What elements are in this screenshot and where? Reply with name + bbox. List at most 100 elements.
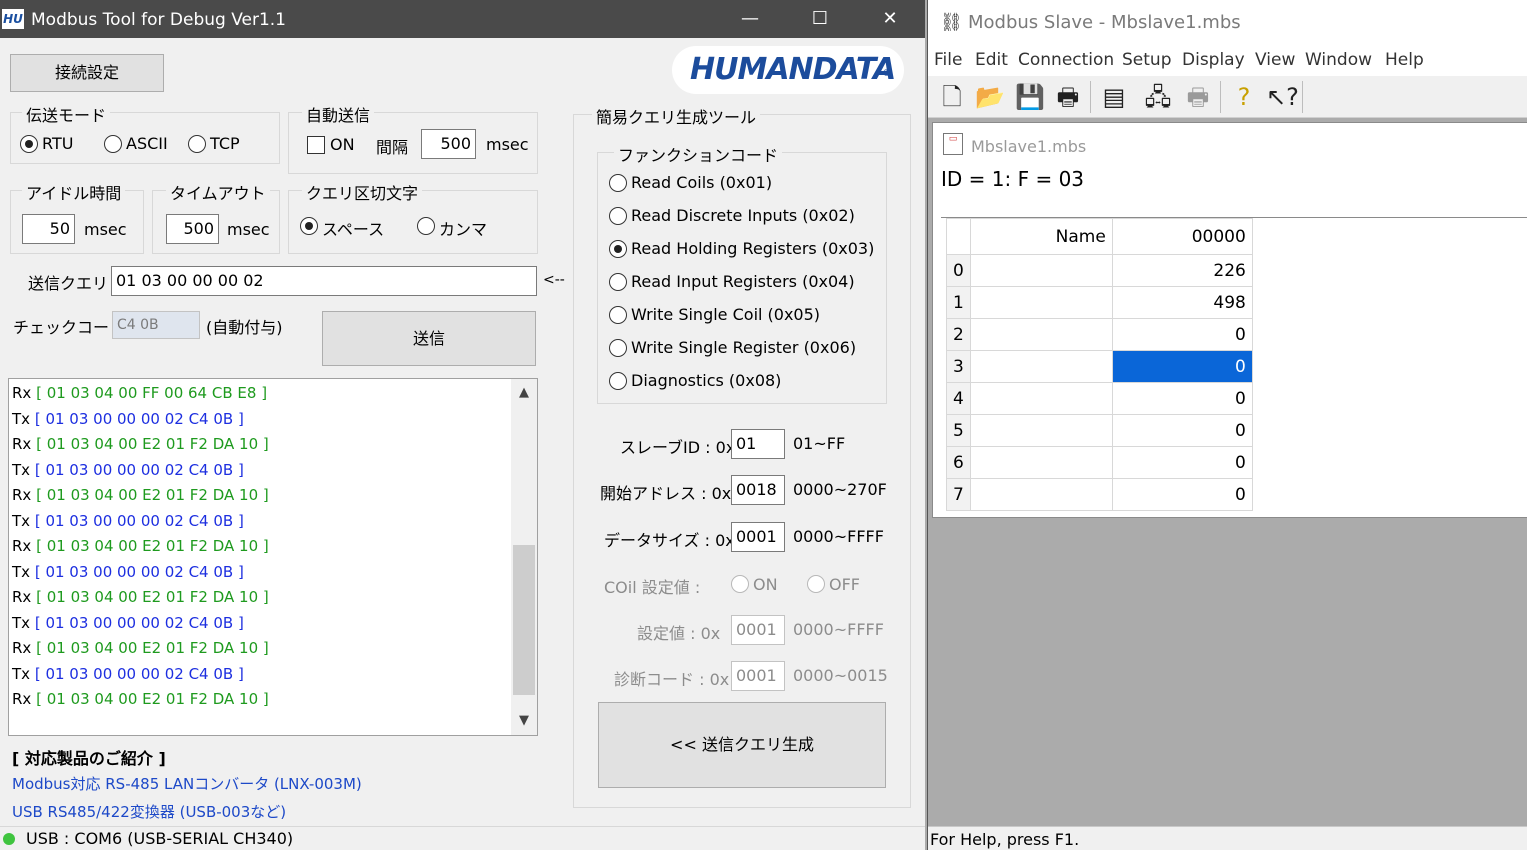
log-line: Tx [ 01 03 00 00 00 02 C4 0B ] (12, 410, 244, 428)
row-index[interactable]: 3 (946, 350, 971, 383)
data-size-input[interactable]: 0001 (731, 522, 785, 552)
radio-coil-off[interactable] (807, 575, 825, 593)
register-row: 20 (946, 318, 1253, 351)
radio-ascii[interactable] (104, 135, 122, 153)
link-lnx-003m[interactable]: Modbus対応 RS-485 LANコンバータ (LNX-003M) (12, 773, 362, 794)
menu-display[interactable]: Display (1182, 50, 1245, 70)
row-index[interactable]: 6 (946, 446, 971, 479)
function-radio[interactable] (609, 339, 627, 357)
function-radio-label: Diagnostics (0x08) (631, 371, 782, 390)
log-data: [ 01 03 04 00 FF 00 64 CB E8 ] (36, 384, 268, 402)
row-index[interactable]: 1 (946, 286, 971, 319)
menu-bar: File Edit Connection Setup Display View Window… (928, 44, 1527, 76)
title-bar: HU Modbus Tool for Debug Ver1.1 — ☐ ✕ (0, 0, 925, 38)
register-value-cell[interactable]: 498 (1111, 286, 1253, 319)
radio-tcp[interactable] (188, 135, 206, 153)
new-icon[interactable]: 🗋 (936, 81, 968, 113)
interval-input[interactable]: 500 (421, 129, 476, 159)
log-data: [ 01 03 04 00 E2 01 F2 DA 10 ] (36, 639, 269, 657)
register-value-cell[interactable]: 0 (1111, 382, 1253, 415)
row-index[interactable]: 2 (946, 318, 971, 351)
register-name-cell[interactable] (969, 350, 1113, 383)
scroll-up-icon[interactable]: ▲ (511, 385, 537, 400)
menu-setup[interactable]: Setup (1122, 50, 1171, 70)
menu-file[interactable]: File (934, 50, 962, 70)
check-code-field: C4 0B (112, 311, 200, 339)
radio-space[interactable] (300, 217, 318, 235)
register-value-cell[interactable]: 0 (1111, 446, 1253, 479)
minimize-button[interactable]: — (715, 0, 785, 38)
register-name-cell[interactable] (969, 382, 1113, 415)
idle-input[interactable]: 50 (22, 214, 75, 244)
register-name-cell[interactable] (969, 254, 1113, 287)
toolbar: 🗋 📂 💾 🖶 ▤ 🖧 🖶 ? ↖? (928, 76, 1527, 118)
generate-query-button[interactable]: << 送信クエリ生成 (598, 702, 886, 788)
row-index[interactable]: 4 (946, 382, 971, 415)
auto-send-checkbox[interactable] (307, 136, 325, 154)
timeout-input[interactable]: 500 (166, 214, 219, 244)
function-radio[interactable] (609, 273, 627, 291)
log-direction: Rx (12, 639, 32, 657)
help-icon[interactable]: ? (1228, 81, 1260, 113)
log-line: Tx [ 01 03 00 00 00 02 C4 0B ] (12, 461, 244, 479)
register-name-cell[interactable] (969, 286, 1113, 319)
register-value-cell[interactable]: 0 (1111, 478, 1253, 511)
radio-rtu[interactable] (20, 135, 38, 153)
context-help-icon[interactable]: ↖? (1266, 81, 1299, 113)
open-icon[interactable]: 📂 (974, 81, 1006, 113)
menu-help[interactable]: Help (1385, 50, 1424, 70)
menu-view[interactable]: View (1255, 50, 1295, 70)
log-line: Tx [ 01 03 00 00 00 02 C4 0B ] (12, 665, 244, 683)
scroll-down-icon[interactable]: ▼ (511, 713, 537, 728)
menu-connection[interactable]: Connection (1018, 50, 1114, 70)
log-direction: Tx (12, 613, 31, 632)
delimiter-label: クエリ区切文字 (302, 180, 423, 204)
send-button[interactable]: 送信 (322, 311, 536, 366)
radio-coil-on[interactable] (731, 575, 749, 593)
menu-window[interactable]: Window (1305, 50, 1372, 70)
log-line: Rx [ 01 03 04 00 E2 01 F2 DA 10 ] (12, 639, 269, 657)
row-index[interactable]: 7 (946, 478, 971, 511)
function-radio[interactable] (609, 207, 627, 225)
register-name-cell[interactable] (969, 414, 1113, 447)
menu-edit[interactable]: Edit (975, 50, 1008, 70)
register-value-cell[interactable]: 0 (1111, 414, 1253, 447)
register-value-cell[interactable]: 0 (1111, 350, 1253, 383)
function-radio[interactable] (609, 372, 627, 390)
start-address-input[interactable]: 0018 (731, 475, 785, 505)
slave-id-input[interactable]: 01 (731, 429, 785, 459)
connect-settings-button[interactable]: 接続設定 (10, 54, 164, 92)
diag-code-input[interactable]: 0001 (731, 661, 785, 691)
radio-comma[interactable] (417, 217, 435, 235)
register-name-cell[interactable] (969, 318, 1113, 351)
register-value-cell[interactable]: 226 (1111, 254, 1253, 287)
function-radio[interactable] (609, 240, 627, 258)
scroll-thumb[interactable] (513, 545, 535, 695)
diag-code-range: 0000~0015 (793, 666, 888, 685)
close-button[interactable]: ✕ (855, 0, 925, 38)
row-index[interactable]: 5 (946, 414, 971, 447)
radio-ascii-label: ASCII (126, 134, 168, 153)
register-value-cell[interactable]: 0 (1111, 318, 1253, 351)
slave-window-title: Modbus Slave - Mbslave1.mbs (968, 12, 1241, 33)
save-icon[interactable]: 💾 (1014, 81, 1046, 113)
maximize-button[interactable]: ☐ (785, 0, 855, 38)
register-name-cell[interactable] (969, 478, 1113, 511)
print-icon[interactable]: 🖶 (1052, 81, 1084, 113)
disconnect-icon[interactable]: 🖶 (1182, 81, 1214, 113)
log-scrollbar[interactable]: ▲ ▼ (511, 379, 537, 735)
function-radio-label: Read Discrete Inputs (0x02) (631, 206, 855, 225)
function-radio[interactable] (609, 306, 627, 324)
link-usb-003[interactable]: USB RS485/422変換器 (USB-003など) (12, 801, 286, 822)
query-input[interactable]: 01 03 00 00 00 02 (111, 266, 537, 296)
function-radio[interactable] (609, 174, 627, 192)
query-arrow: <-- (543, 272, 565, 288)
log-box[interactable]: Rx [ 01 03 04 00 FF 00 64 CB E8 ] Tx [ 01… (8, 378, 538, 736)
window-icon[interactable]: ▤ (1098, 81, 1130, 113)
setting-value-input[interactable]: 0001 (731, 615, 785, 645)
register-name-cell[interactable] (969, 446, 1113, 479)
row-index[interactable]: 0 (946, 254, 971, 287)
connect-icon[interactable]: 🖧 (1142, 81, 1174, 113)
function-code-label: ファンクションコード (614, 142, 783, 166)
radio-coil-off-label: OFF (829, 575, 860, 594)
